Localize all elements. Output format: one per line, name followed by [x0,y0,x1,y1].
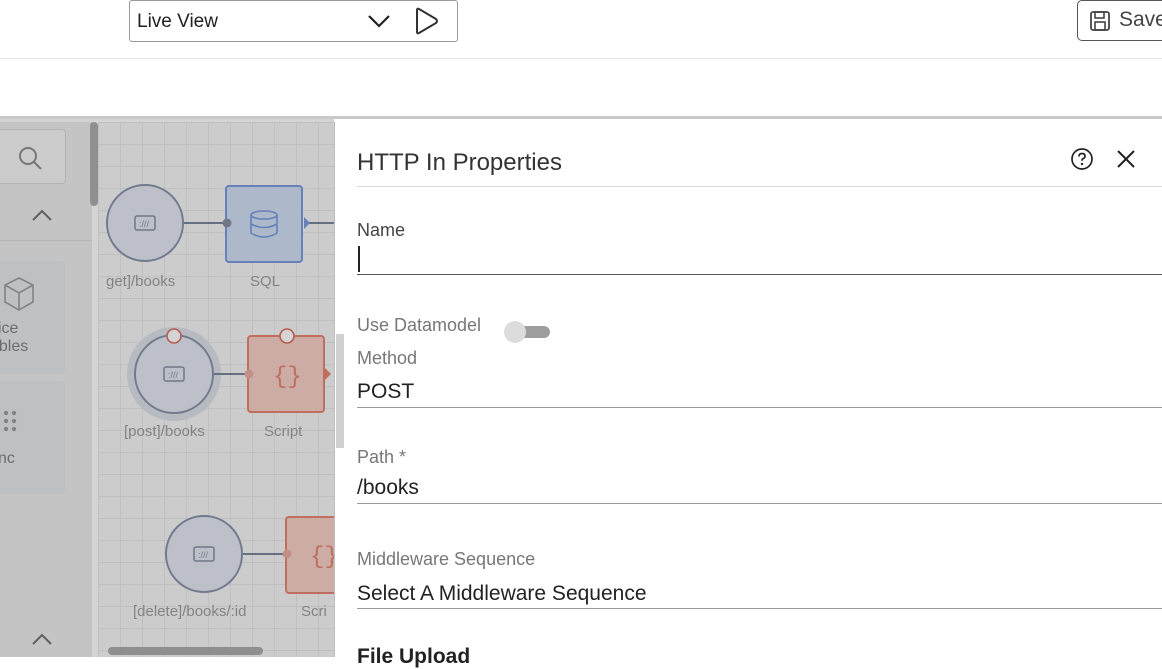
save-button[interactable]: Save [1077,0,1162,41]
close-icon[interactable] [1115,148,1137,175]
method-underline [357,407,1162,408]
play-icon [416,7,438,35]
view-mode-select[interactable]: Live View [129,0,397,42]
run-button[interactable] [396,0,458,42]
save-label: Save [1119,8,1162,31]
modal-backdrop[interactable] [0,119,334,657]
panel-resize-handle[interactable] [336,334,344,448]
floppy-disk-icon [1090,11,1110,31]
use-datamodel-label: Use Datamodel [357,315,482,335]
toggle-knob [504,321,526,343]
method-label: Method [357,348,418,368]
text-caret [358,246,360,272]
view-mode-value: Live View [137,11,218,32]
file-upload-section-label: File Upload [357,645,471,668]
path-underline [357,503,1162,504]
panel-title: HTTP In Properties [357,149,562,176]
path-label: Path * [357,447,407,467]
name-label: Name [357,220,406,240]
name-input[interactable] [357,242,1162,276]
chevron-down-icon [366,8,392,39]
secondary-bar [0,59,1162,116]
middleware-select[interactable]: Select A Middleware Sequence [357,582,647,606]
use-datamodel-toggle[interactable] [504,321,554,343]
middleware-underline [357,608,1162,609]
path-input[interactable]: /books [357,476,419,500]
properties-panel: HTTP In Properties Name Use Datamodel Me… [334,122,1162,668]
workspace: vice ables ync [0,116,1162,668]
middleware-label: Middleware Sequence [357,549,536,569]
title-divider [357,186,1162,187]
top-toolbar: Live View Save [0,0,1162,59]
name-underline [357,274,1162,275]
help-icon[interactable] [1070,147,1094,176]
method-select[interactable]: POST [357,380,414,404]
